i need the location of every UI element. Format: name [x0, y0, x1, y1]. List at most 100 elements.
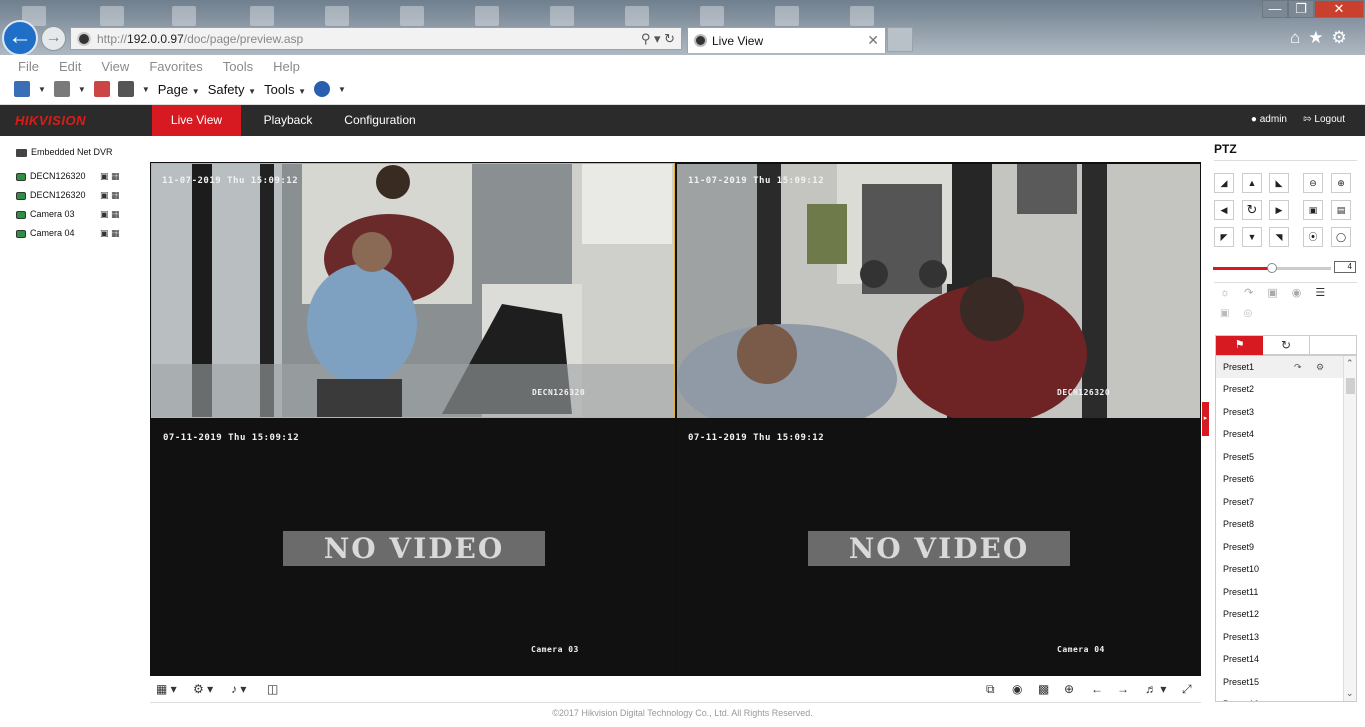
page-menu[interactable]: Page ▼ [158, 82, 200, 97]
audio-mute-icon[interactable]: ♬ ▾ [1145, 682, 1166, 696]
close-tab-icon[interactable]: ✕ [867, 32, 879, 49]
video-window-1[interactable]: 11-07-2019 Thu 15:09:12 DECN126320 [151, 163, 675, 418]
list-item[interactable]: Preset13 [1216, 626, 1343, 648]
stream-type-icon[interactable]: ⚙ ▾ [193, 682, 213, 696]
minimize-button[interactable]: — [1262, 0, 1288, 18]
ptz-speed-value[interactable]: 4 [1334, 261, 1356, 273]
list-item[interactable]: Preset10 [1216, 558, 1343, 580]
tree-root[interactable]: Embedded Net DVR [16, 147, 113, 157]
tree-channel[interactable]: DECN126320 [16, 171, 86, 181]
home-icon[interactable] [14, 81, 30, 97]
settings-gear-icon[interactable]: ⚙ [1332, 28, 1355, 47]
list-item[interactable]: Preset3 [1216, 401, 1343, 423]
chevron-down-icon[interactable]: ▼ [38, 85, 46, 94]
back-button[interactable]: ← [2, 20, 38, 56]
user-menu[interactable]: ● admin [1251, 114, 1287, 125]
favorites-star-icon[interactable]: ★ [1308, 28, 1331, 47]
tab-live-view[interactable]: Live View [152, 105, 241, 136]
record-all-icon[interactable]: ▩ [1038, 682, 1049, 696]
chevron-down-icon[interactable]: ▼ [78, 85, 86, 94]
channel-actions[interactable]: ▣ ▦ [100, 209, 120, 220]
ptz-up-right-button[interactable]: ◣ [1269, 173, 1289, 193]
menu-edit[interactable]: Edit [49, 59, 91, 74]
list-item[interactable]: Preset14 [1216, 648, 1343, 670]
tab-patrol[interactable]: ↻ [1263, 336, 1310, 355]
browser-tab[interactable]: Live View ✕ [687, 27, 886, 53]
tools-menu[interactable]: Tools ▼ [264, 82, 306, 97]
focus-far-icon[interactable]: ▤ [1331, 200, 1351, 220]
menu-favorites[interactable]: Favorites [139, 59, 212, 74]
digital-zoom-icon[interactable]: ⊕ [1064, 682, 1074, 696]
feed-icon[interactable] [53, 81, 70, 97]
maximize-button[interactable]: ❐ [1288, 0, 1314, 18]
safety-menu[interactable]: Safety ▼ [208, 82, 256, 97]
list-item[interactable]: Preset1 ↷ ⚙ [1216, 356, 1343, 378]
ptz-up-left-button[interactable]: ◢ [1214, 173, 1234, 193]
tree-channel[interactable]: Camera 03 [16, 209, 75, 219]
slider-knob[interactable] [1267, 263, 1277, 273]
close-window-button[interactable]: ✕ [1314, 0, 1364, 18]
tab-presets[interactable]: ⚑ [1216, 336, 1263, 355]
list-item[interactable]: Preset15 [1216, 671, 1343, 693]
preset-scrollbar[interactable]: ⌃ ⌄ [1343, 356, 1356, 701]
home-icon[interactable]: ⌂ [1290, 28, 1308, 47]
menu-help[interactable]: Help [263, 59, 310, 74]
chevron-down-icon[interactable]: ▼ [142, 85, 150, 94]
focus-near-icon[interactable]: ▣ [1303, 200, 1323, 220]
tab-configuration[interactable]: Configuration [338, 105, 422, 136]
ptz-up-button[interactable]: ▲ [1242, 173, 1262, 193]
video-window-3[interactable]: 07-11-2019 Thu 15:09:12 NO VIDEO Camera … [151, 420, 675, 675]
chevron-down-icon[interactable]: ▼ [338, 85, 346, 94]
scroll-up-icon[interactable]: ⌃ [1346, 358, 1354, 369]
scroll-thumb[interactable] [1346, 378, 1355, 394]
ptz-speed-slider[interactable] [1213, 263, 1331, 273]
ptz-right-button[interactable]: ▶ [1269, 200, 1289, 220]
next-page-icon[interactable]: → [1117, 682, 1129, 696]
scroll-down-icon[interactable]: ⌄ [1346, 688, 1354, 699]
zoom-out-icon[interactable]: ⊖ [1303, 173, 1323, 193]
channel-actions[interactable]: ▣ ▦ [100, 190, 120, 201]
layout-grid-icon[interactable]: ▦ ▾ [156, 682, 177, 696]
logout-button[interactable]: ⇰ Logout [1303, 114, 1345, 125]
address-tools-icon[interactable]: ⚲ ▾ ↻ [641, 31, 675, 47]
channel-actions[interactable]: ▣ ▦ [100, 228, 120, 239]
list-item[interactable]: Preset16 [1216, 693, 1343, 701]
list-item[interactable]: Preset8 [1216, 513, 1343, 535]
capture-icon[interactable]: ◉ [1012, 682, 1022, 696]
forward-button[interactable]: → [41, 26, 66, 51]
list-item[interactable]: Preset6 [1216, 468, 1343, 490]
previous-page-icon[interactable]: ← [1091, 682, 1103, 696]
ptz-aux-icons[interactable]: ☼↷▣◉☰ [1220, 286, 1339, 299]
channel-actions[interactable]: ▣ ▦ [100, 171, 120, 182]
video-window-2[interactable]: 11-07-2019 Thu 15:09:12 DECN126320 [677, 164, 1200, 418]
help-icon[interactable] [314, 81, 330, 97]
ptz-down-button[interactable]: ▼ [1242, 227, 1262, 247]
iris-close-icon[interactable]: ◯ [1331, 227, 1351, 247]
print-icon[interactable] [117, 81, 134, 97]
menu-file[interactable]: File [8, 59, 49, 74]
fullscreen-icon[interactable]: ⤢ [1182, 682, 1192, 697]
video-window-4[interactable]: 07-11-2019 Thu 15:09:12 NO VIDEO Camera … [677, 420, 1200, 675]
auto-rotate-icon[interactable]: ↻ [1242, 200, 1262, 220]
list-item[interactable]: Preset9 [1216, 536, 1343, 558]
menu-tools[interactable]: Tools [213, 59, 263, 74]
address-bar[interactable]: http://192.0.0.97/doc/page/preview.asp ⚲… [70, 27, 682, 50]
list-item[interactable]: Preset2 [1216, 378, 1343, 400]
tab-playback[interactable]: Playback [253, 105, 323, 136]
new-tab-button[interactable] [887, 27, 913, 52]
zoom-in-icon[interactable]: ⊕ [1331, 173, 1351, 193]
list-item[interactable]: Preset12 [1216, 603, 1343, 625]
microphone-icon[interactable]: ♪ ▾ [231, 682, 246, 696]
url-text[interactable]: http://192.0.0.97/doc/page/preview.asp [97, 32, 303, 46]
list-item[interactable]: Preset4 [1216, 423, 1343, 445]
ptz-down-right-button[interactable]: ◥ [1269, 227, 1289, 247]
zoom-digital-icon[interactable]: ◫ [267, 682, 278, 696]
menu-view[interactable]: View [91, 59, 139, 74]
ptz-down-left-button[interactable]: ◤ [1214, 227, 1234, 247]
tree-channel[interactable]: DECN126320 [16, 190, 86, 200]
ptz-left-button[interactable]: ◀ [1214, 200, 1234, 220]
ptz-aux-icons-2[interactable]: ▣◎ [1220, 308, 1266, 319]
list-item[interactable]: Preset5 [1216, 446, 1343, 468]
iris-open-icon[interactable]: ⦿ [1303, 227, 1323, 247]
mail-icon[interactable] [93, 81, 110, 97]
